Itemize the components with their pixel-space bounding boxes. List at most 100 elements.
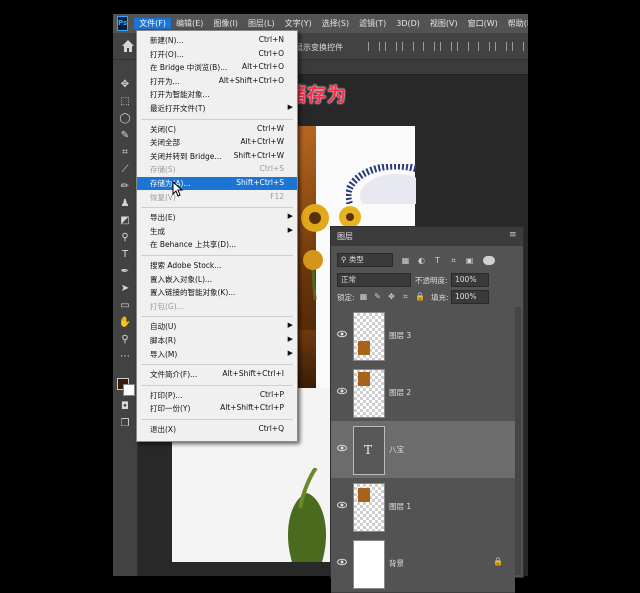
zoom-tool-icon[interactable]: ⚲ (117, 333, 133, 347)
menu-item[interactable]: 导出(E) ▶ (137, 211, 297, 224)
hand-tool-icon[interactable]: ✋ (117, 316, 133, 330)
lock-position-icon[interactable]: ✥ (387, 292, 396, 301)
dodge-tool-icon[interactable]: ⚲ (117, 231, 133, 245)
menu-item[interactable]: 存储(S) Ctrl+S (137, 163, 297, 176)
lasso-tool-icon[interactable]: ◯ (117, 112, 133, 126)
menu-item[interactable]: 打印一份(Y) Alt+Shift+Ctrl+P (137, 402, 297, 415)
menu-item[interactable]: 打开为... Alt+Shift+Ctrl+O (137, 75, 297, 88)
align-bottom-icon[interactable] (457, 42, 469, 51)
filter-toggle[interactable] (483, 256, 495, 265)
menu-item[interactable]: 置入嵌入对象(L)... (137, 273, 297, 286)
layer-name[interactable]: 图层 1 (389, 501, 411, 512)
lock-transparent-icon[interactable]: ▦ (359, 292, 368, 301)
home-icon[interactable] (121, 39, 135, 53)
menu-item[interactable]: 关闭并转到 Bridge... Shift+Ctrl+W (137, 150, 297, 163)
show-transform-controls-label[interactable]: 显示变换控件 (295, 42, 343, 53)
layer-row[interactable]: 图层 3 (331, 307, 515, 365)
visibility-eye-icon[interactable] (337, 386, 347, 396)
distribute-v-icon[interactable] (512, 42, 524, 51)
background-color-swatch[interactable] (123, 384, 135, 396)
filter-smart-object-icon[interactable]: ▣ (465, 256, 474, 265)
crop-tool-icon[interactable]: ⌗ (117, 146, 133, 160)
quick-mask-icon[interactable]: ◘ (117, 400, 133, 414)
panel-menu-icon[interactable]: ≡ (509, 230, 517, 240)
distribute-h-icon[interactable] (495, 42, 507, 51)
menu-item[interactable]: 生成 ▶ (137, 225, 297, 238)
menu-item[interactable]: 退出(X) Ctrl+Q (137, 423, 297, 436)
move-tool-icon[interactable]: ✥ (117, 78, 133, 92)
menubar-item[interactable]: 编辑(E) (171, 18, 208, 29)
align-right-icon[interactable] (402, 42, 414, 51)
menu-item[interactable]: 存储为(A)... Shift+Ctrl+S (137, 177, 297, 190)
visibility-eye-icon[interactable] (337, 329, 347, 339)
layer-row[interactable]: 图层 1 (331, 478, 515, 536)
menubar-item[interactable]: 文件(F) (134, 18, 172, 29)
lock-artboard-icon[interactable]: ⌗ (401, 292, 410, 301)
menubar-item[interactable]: 文字(Y) (280, 18, 317, 29)
menu-item[interactable]: 在 Behance 上共享(D)... (137, 238, 297, 251)
layer-name[interactable]: 图层 3 (389, 330, 411, 341)
filter-pixel-icon[interactable]: ▦ (401, 256, 410, 265)
lock-image-icon[interactable]: ✎ (373, 292, 382, 301)
shape-tool-icon[interactable]: ▭ (117, 299, 133, 313)
align-middle-icon[interactable] (440, 42, 452, 51)
menubar-item[interactable]: 图像(I) (208, 18, 243, 29)
fill-input[interactable]: 100% (451, 290, 489, 304)
eraser-tool-icon[interactable]: ◩ (117, 214, 133, 228)
menubar-item[interactable]: 视图(V) (425, 18, 463, 29)
layer-name[interactable]: 八宝 (389, 444, 404, 455)
quick-select-tool-icon[interactable]: ✎ (117, 129, 133, 143)
opacity-input[interactable]: 100% (451, 273, 489, 287)
menubar-item[interactable]: 窗口(W) (463, 18, 503, 29)
visibility-eye-icon[interactable] (337, 443, 347, 453)
menu-item[interactable]: 打开(O)... Ctrl+O (137, 48, 297, 61)
path-select-tool-icon[interactable]: ➤ (117, 282, 133, 296)
menu-item[interactable]: 打包(G)... (137, 300, 297, 313)
align-left-icon[interactable] (368, 42, 380, 51)
menu-item[interactable]: 脚本(R) ▶ (137, 334, 297, 347)
filter-adjustment-icon[interactable]: ◐ (417, 256, 426, 265)
menubar-item[interactable]: 滤镜(T) (354, 18, 391, 29)
layer-row[interactable]: 背景 🔒 (331, 535, 515, 593)
menu-item[interactable]: 关闭(C) Ctrl+W (137, 123, 297, 136)
layer-row[interactable]: 图层 2 (331, 364, 515, 422)
menu-item[interactable]: 导入(M) ▶ (137, 348, 297, 361)
align-center-icon[interactable] (385, 42, 397, 51)
layers-panel-title[interactable]: 图层 (337, 231, 353, 242)
type-tool-icon[interactable]: T (117, 248, 133, 262)
layer-name[interactable]: 背景 (389, 558, 404, 569)
pen-tool-icon[interactable]: ✒ (117, 265, 133, 279)
menu-item[interactable]: 搜索 Adobe Stock... (137, 259, 297, 272)
menu-item[interactable]: 恢复(V) F12 (137, 191, 297, 204)
menu-item[interactable]: 在 Bridge 中浏览(B)... Alt+Ctrl+O (137, 61, 297, 74)
layer-row[interactable]: T 八宝 (331, 421, 515, 479)
menubar-item[interactable]: 帮助(H) (503, 18, 528, 29)
eyedropper-tool-icon[interactable]: ⟋ (117, 163, 133, 177)
align-top-icon[interactable] (423, 42, 435, 51)
menu-item[interactable]: 关闭全部 Alt+Ctrl+W (137, 136, 297, 149)
stamp-tool-icon[interactable]: ♟ (117, 197, 133, 211)
menu-item[interactable]: 置入链接的智能对象(K)... (137, 286, 297, 299)
menubar-item[interactable]: 选择(S) (317, 18, 354, 29)
menu-item[interactable]: 自动(U) ▶ (137, 320, 297, 333)
more-tools-icon[interactable]: ⋯ (117, 350, 133, 364)
screen-mode-icon[interactable]: ❐ (117, 417, 133, 431)
blend-mode-select[interactable]: 正常 (337, 273, 411, 287)
marquee-tool-icon[interactable]: ⬚ (117, 95, 133, 109)
menu-item[interactable]: 打印(P)... Ctrl+P (137, 389, 297, 402)
menubar-item[interactable]: 3D(D) (391, 19, 425, 28)
layers-scrollbar[interactable] (515, 307, 521, 575)
visibility-eye-icon[interactable] (337, 500, 347, 510)
menu-item[interactable]: 最近打开文件(T) ▶ (137, 102, 297, 115)
menubar-item[interactable]: 图层(L) (243, 18, 280, 29)
menu-item[interactable]: 文件简介(F)... Alt+Shift+Ctrl+I (137, 368, 297, 381)
menu-item[interactable]: 新建(N)... Ctrl+N (137, 34, 297, 47)
brush-tool-icon[interactable]: ✏ (117, 180, 133, 194)
layer-name[interactable]: 图层 2 (389, 387, 411, 398)
filter-kind-select[interactable]: ⚲ 类型 (337, 253, 393, 267)
menu-item[interactable]: 打开为智能对象... (137, 88, 297, 101)
filter-type-icon[interactable]: T (433, 256, 442, 265)
distribute-icon[interactable] (478, 42, 490, 51)
visibility-eye-icon[interactable] (337, 557, 347, 567)
filter-shape-icon[interactable]: ⌗ (449, 256, 458, 265)
